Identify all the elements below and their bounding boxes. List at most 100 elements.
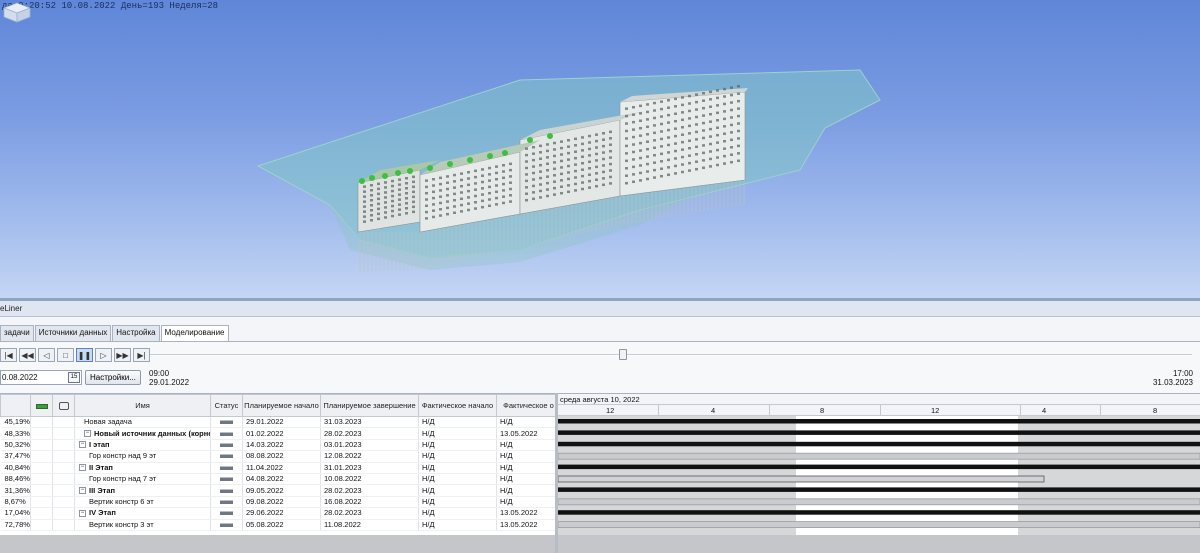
building-window	[567, 158, 570, 161]
table-row[interactable]: 72,78% Вертик констр 3 эт 05.08.2022 11.08.…	[0, 519, 555, 531]
play-reverse-icon: ◁	[43, 350, 50, 360]
building-window	[702, 99, 705, 102]
viewcube-icon[interactable]	[0, 0, 34, 24]
comment-cell[interactable]	[52, 416, 75, 429]
active-cell[interactable]	[30, 496, 53, 509]
gantt-task-bar	[558, 475, 1045, 483]
gantt-horizontal-scrollbar[interactable]	[558, 535, 1200, 553]
tab-data-sources[interactable]: Источники данных	[34, 325, 112, 341]
comment-cell[interactable]	[52, 507, 75, 520]
time-tick-label: 12	[606, 406, 615, 415]
table-row[interactable]: 88,46% Гор констр над 7 эт 04.08.2022 10.08…	[0, 473, 555, 486]
column-header-active[interactable]	[30, 394, 53, 417]
current-date-field[interactable]: 0.08.2022 15	[0, 370, 82, 385]
column-header-actual-start[interactable]: Фактическое начало	[418, 394, 497, 417]
table-row[interactable]: 40,84% − II Этап 11.04.2022 31.01.2023 Н/Д Н/Д	[0, 462, 555, 474]
forward-end-button[interactable]: ▶|	[133, 348, 150, 362]
progress-cell: 37,47%	[0, 450, 31, 463]
step-forward-button[interactable]: ▶▶	[114, 348, 131, 362]
gantt-header-date: среда августа 10, 2022	[558, 394, 1200, 405]
name-cell[interactable]: −Новый источник данных (корневой)	[74, 427, 211, 440]
step-back-button[interactable]: ◀◀	[19, 348, 36, 362]
comment-cell[interactable]	[52, 439, 75, 452]
building-window	[474, 175, 477, 179]
comment-cell[interactable]	[52, 519, 75, 531]
building-window	[574, 169, 577, 173]
column-header-comment[interactable]	[52, 394, 75, 417]
name-cell[interactable]: − II Этап	[74, 462, 211, 474]
active-cell[interactable]	[30, 416, 53, 429]
column-header-name[interactable]: Имя	[74, 394, 211, 417]
column-header-planned-end[interactable]: Планируемое завершение	[320, 394, 419, 417]
table-row[interactable]: 8,67% Вертик констр 6 эт 09.08.2022 16.08.2…	[0, 496, 555, 509]
comment-cell[interactable]	[52, 484, 75, 497]
name-cell[interactable]: Гор констр над 9 эт	[74, 450, 211, 463]
comment-cell[interactable]	[52, 450, 75, 463]
simulation-status-text: да 0:20:52 10.08.2022 День=193 Неделя=28	[2, 1, 219, 11]
rewind-start-button[interactable]: |◀	[0, 348, 17, 362]
name-cell[interactable]: Новая задача	[74, 416, 211, 429]
play-reverse-button[interactable]: ◁	[38, 348, 55, 362]
collapse-icon[interactable]: −	[79, 487, 86, 495]
table-row[interactable]: 48,33% −Новый источник данных (корневой) 0…	[0, 427, 555, 440]
building-window	[730, 138, 733, 142]
name-cell[interactable]: − III Этап	[74, 484, 211, 497]
building-window	[625, 114, 628, 118]
comment-cell[interactable]	[52, 473, 75, 486]
comment-cell[interactable]	[52, 427, 75, 440]
comment-cell[interactable]	[52, 462, 75, 474]
building-window	[539, 176, 542, 180]
settings-button[interactable]: Настройки...	[85, 370, 141, 385]
active-cell[interactable]	[30, 450, 53, 463]
stop-button[interactable]: □	[57, 348, 74, 362]
column-header-actual-end[interactable]: Фактическое о	[496, 394, 555, 417]
building-window	[702, 114, 705, 117]
name-cell[interactable]: Вертик констр 6 эт	[74, 496, 211, 509]
table-row[interactable]: 17,04% − IV Этап 29.06.2022 28.02.2023 Н/Д 13.…	[0, 507, 555, 520]
time-tick-label: 4	[1042, 406, 1047, 415]
column-header-planned-start[interactable]: Планируемое начало	[242, 394, 321, 417]
active-cell[interactable]	[30, 427, 53, 440]
tab-settings[interactable]: Настройка	[112, 325, 160, 341]
collapse-icon[interactable]: −	[79, 441, 86, 449]
collapse-icon[interactable]: −	[79, 509, 86, 517]
active-cell[interactable]	[30, 462, 53, 474]
name-cell[interactable]: Вертик констр 3 эт	[74, 519, 211, 531]
calendar-icon[interactable]: 15	[68, 372, 80, 383]
table-row[interactable]: 31,36% − III Этап 09.05.2022 28.02.2023 Н/Д Н/…	[0, 484, 555, 497]
building-window	[567, 139, 570, 142]
name-cell[interactable]: − IV Этап	[74, 507, 211, 520]
pause-button[interactable]: ❚❚	[76, 348, 93, 362]
comment-cell[interactable]	[52, 496, 75, 509]
building-window	[674, 172, 677, 175]
active-cell[interactable]	[30, 519, 53, 531]
collapse-icon[interactable]: −	[79, 464, 86, 472]
active-cell[interactable]	[30, 507, 53, 520]
column-header-status[interactable]: Статус	[210, 394, 243, 417]
collapse-icon[interactable]: −	[84, 430, 91, 438]
building-window	[532, 165, 535, 168]
play-button[interactable]: ▷	[95, 348, 112, 362]
tab-tasks[interactable]: задачи	[0, 325, 34, 341]
name-cell[interactable]: − I этап	[74, 439, 211, 452]
column-header-progress[interactable]	[0, 394, 31, 417]
active-cell[interactable]	[30, 484, 53, 497]
table-row[interactable]: 45,19% Новая задача 29.01.2022 31.03.2023 Н/…	[0, 416, 555, 429]
active-cell[interactable]	[30, 439, 53, 452]
timeline-slider[interactable]	[150, 354, 1192, 356]
building-window	[595, 172, 598, 175]
table-row[interactable]: 50,32% − I этап 14.03.2022 03.01.2023 Н/Д Н/Д	[0, 439, 555, 452]
active-cell[interactable]	[30, 473, 53, 486]
building-window	[730, 160, 733, 164]
tab-simulation[interactable]: Моделирование	[160, 325, 229, 342]
timeline-slider-thumb[interactable]	[618, 349, 627, 360]
gantt-task-bar	[558, 452, 1200, 460]
building-model	[256, 69, 881, 272]
building-window	[730, 153, 733, 156]
building-window	[460, 210, 463, 213]
table-row[interactable]: 37,47% Гор констр над 9 эт 08.08.2022 12.08…	[0, 450, 555, 463]
3d-viewport[interactable]: да 0:20:52 10.08.2022 День=193 Неделя=28	[0, 0, 1200, 298]
building-window	[391, 209, 394, 213]
name-cell[interactable]: Гор констр над 7 эт	[74, 473, 211, 486]
grid-horizontal-scrollbar[interactable]	[0, 535, 555, 553]
